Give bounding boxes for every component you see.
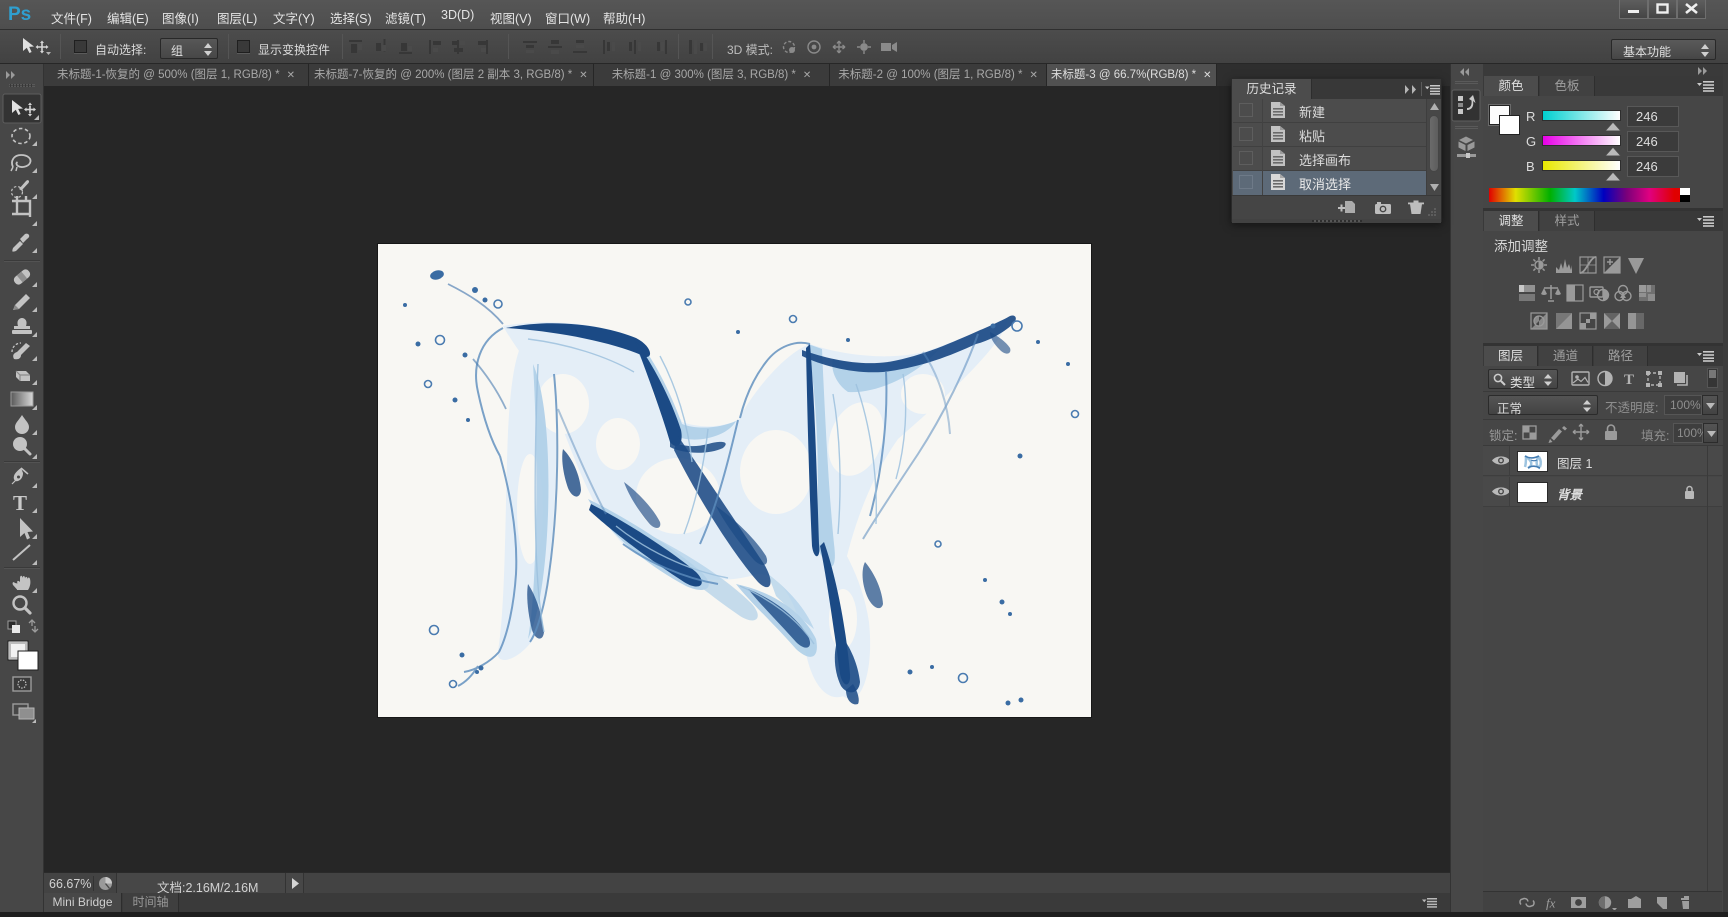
svg-text:fx: fx (1546, 896, 1556, 911)
svg-text:T: T (1624, 372, 1634, 388)
svg-text:T: T (13, 491, 27, 515)
